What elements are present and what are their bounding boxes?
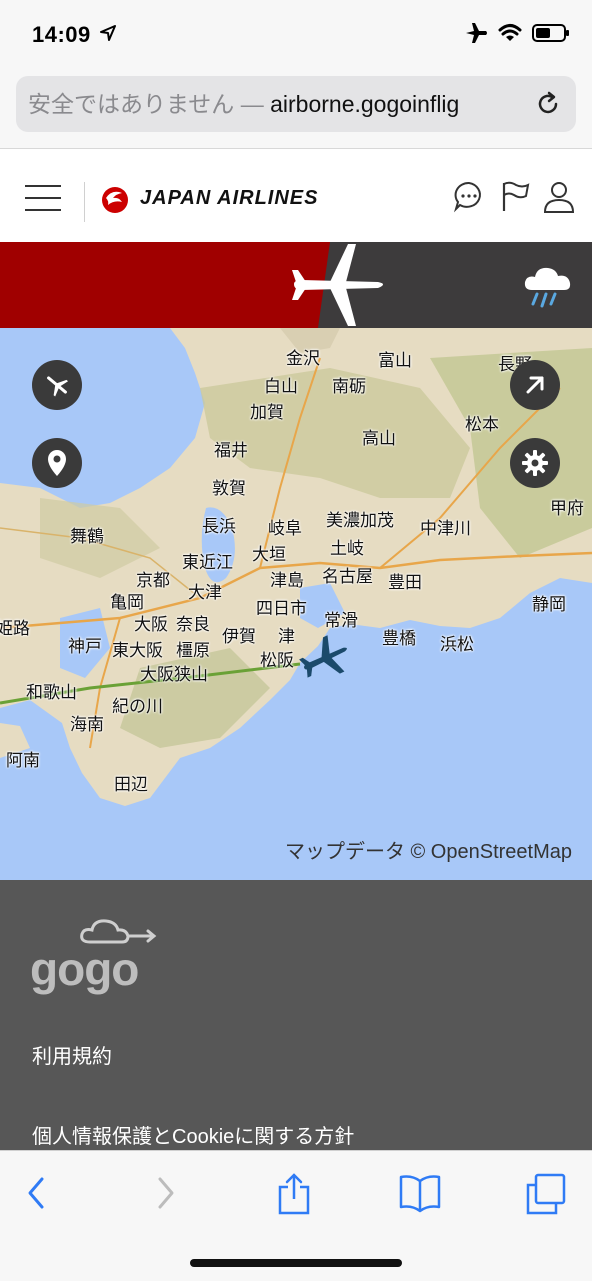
site-header: JAPAN AIRLINES [0, 149, 592, 242]
map-label-toyota: 豊田 [388, 573, 422, 593]
home-indicator[interactable] [190, 1259, 402, 1267]
map-label-anan: 阿南 [6, 751, 40, 771]
gogo-brand: gogo [30, 943, 139, 995]
map-label-tanabe: 田辺 [114, 775, 148, 795]
map-label-osaka: 大阪 [134, 615, 168, 635]
jal-brand-name: JAPAN AIRLINES [140, 187, 319, 209]
url-field[interactable]: 安全ではありません — airborne.gogoinflig [16, 76, 576, 132]
url-domain: airborne.gogoinflig [270, 91, 460, 117]
map-label-yokkaichi: 四日市 [256, 599, 307, 619]
map-label-matsusaka: 松阪 [260, 651, 294, 671]
back-icon[interactable] [22, 1173, 50, 1218]
map-label-nakatsugawa: 中津川 [420, 519, 471, 539]
map-label-wakayama: 和歌山 [26, 683, 77, 703]
map-label-nagahama: 長浜 [202, 517, 236, 537]
map-label-tokoname: 常滑 [324, 611, 358, 631]
expand-arrow-icon[interactable] [510, 360, 560, 410]
tabs-icon[interactable] [524, 1173, 568, 1220]
forward-icon[interactable] [152, 1173, 180, 1218]
browser-address-area: 安全ではありません — airborne.gogoinflig [0, 70, 592, 149]
insecure-label: 安全ではありません — [28, 91, 271, 117]
map-label-fukui: 福井 [214, 441, 248, 461]
airport-icon[interactable] [32, 360, 82, 410]
jal-crane-logo [100, 185, 130, 220]
airplane-icon [290, 244, 390, 328]
share-icon[interactable] [276, 1173, 312, 1220]
flight-status-banner [0, 242, 592, 328]
map-label-higashiosaka: 東大阪 [112, 641, 163, 661]
map-label-ogaki: 大垣 [252, 545, 286, 565]
flag-icon[interactable] [498, 179, 532, 218]
map-label-kainan: 海南 [70, 715, 104, 735]
terms-link[interactable]: 利用規約 [32, 1040, 112, 1069]
map-label-gifu: 岐阜 [268, 519, 302, 539]
map-label-kobe: 神戸 [68, 637, 102, 657]
map-label-maizuru: 舞鶴 [70, 527, 104, 547]
location-pin-icon[interactable] [32, 438, 82, 488]
map-label-kanazawa: 金沢 [286, 349, 320, 369]
url-text[interactable]: 安全ではありません — airborne.gogoinflig [28, 89, 528, 119]
map-label-kinokawa: 紀の川 [112, 697, 163, 717]
map-label-nanto: 南砺 [332, 377, 366, 397]
battery-icon [532, 23, 570, 48]
map-label-hamamatsu: 浜松 [440, 635, 474, 655]
chat-icon[interactable] [452, 179, 486, 218]
map-label-tsuruga: 敦賀 [212, 479, 246, 499]
bookmarks-icon[interactable] [398, 1173, 442, 1218]
map-label-toki: 土岐 [330, 539, 364, 559]
aircraft-position-icon [298, 634, 354, 687]
map-label-tsu: 津 [278, 627, 295, 647]
flight-map[interactable]: 金沢 富山 長野 白山 南砺 加賀 松本 高山 福井 敦賀 甲府 長浜 岐阜 美… [0, 328, 592, 880]
map-label-higashiomi: 東近江 [182, 553, 233, 573]
site-footer: gogo 利用規約 個人情報保護とCookieに関する方針 [0, 880, 592, 1150]
map-label-matsumoto: 松本 [465, 415, 499, 435]
map-label-nagoya: 名古屋 [322, 567, 373, 587]
rain-cloud-icon[interactable] [522, 262, 574, 315]
airplane-mode-icon [464, 22, 488, 49]
map-label-kaga: 加賀 [250, 403, 284, 423]
map-label-otsu: 大津 [188, 583, 222, 603]
menu-icon[interactable] [25, 185, 61, 211]
map-label-toyama: 富山 [378, 351, 412, 371]
map-attribution[interactable]: マップデータ © OpenStreetMap [285, 835, 572, 864]
map-label-iga: 伊賀 [222, 627, 256, 647]
status-bar: 14:09 [0, 0, 592, 70]
settings-gear-icon[interactable] [510, 438, 560, 488]
privacy-policy-link[interactable]: 個人情報保護とCookieに関する方針 [32, 1120, 354, 1149]
map-label-himeji: 姫路 [0, 619, 30, 639]
map-label-kofu: 甲府 [550, 499, 584, 519]
location-arrow-icon [100, 25, 116, 46]
header-divider [84, 182, 85, 222]
wifi-icon [498, 23, 522, 48]
map-label-tsushima: 津島 [270, 571, 304, 591]
map-label-nara: 奈良 [176, 615, 210, 635]
user-icon[interactable] [542, 179, 576, 220]
map-label-takayama: 高山 [362, 429, 396, 449]
status-time: 14:09 [32, 22, 91, 47]
map-label-minokamo: 美濃加茂 [326, 511, 394, 531]
map-label-kashihara: 橿原 [176, 641, 210, 661]
map-label-hakusan: 白山 [264, 377, 298, 397]
browser-toolbar [0, 1150, 592, 1281]
reload-icon[interactable] [534, 90, 562, 123]
map-label-shizuoka: 静岡 [532, 595, 566, 615]
map-label-osakasayama: 大阪狭山 [140, 665, 208, 685]
map-label-toyohashi: 豊橋 [382, 629, 416, 649]
